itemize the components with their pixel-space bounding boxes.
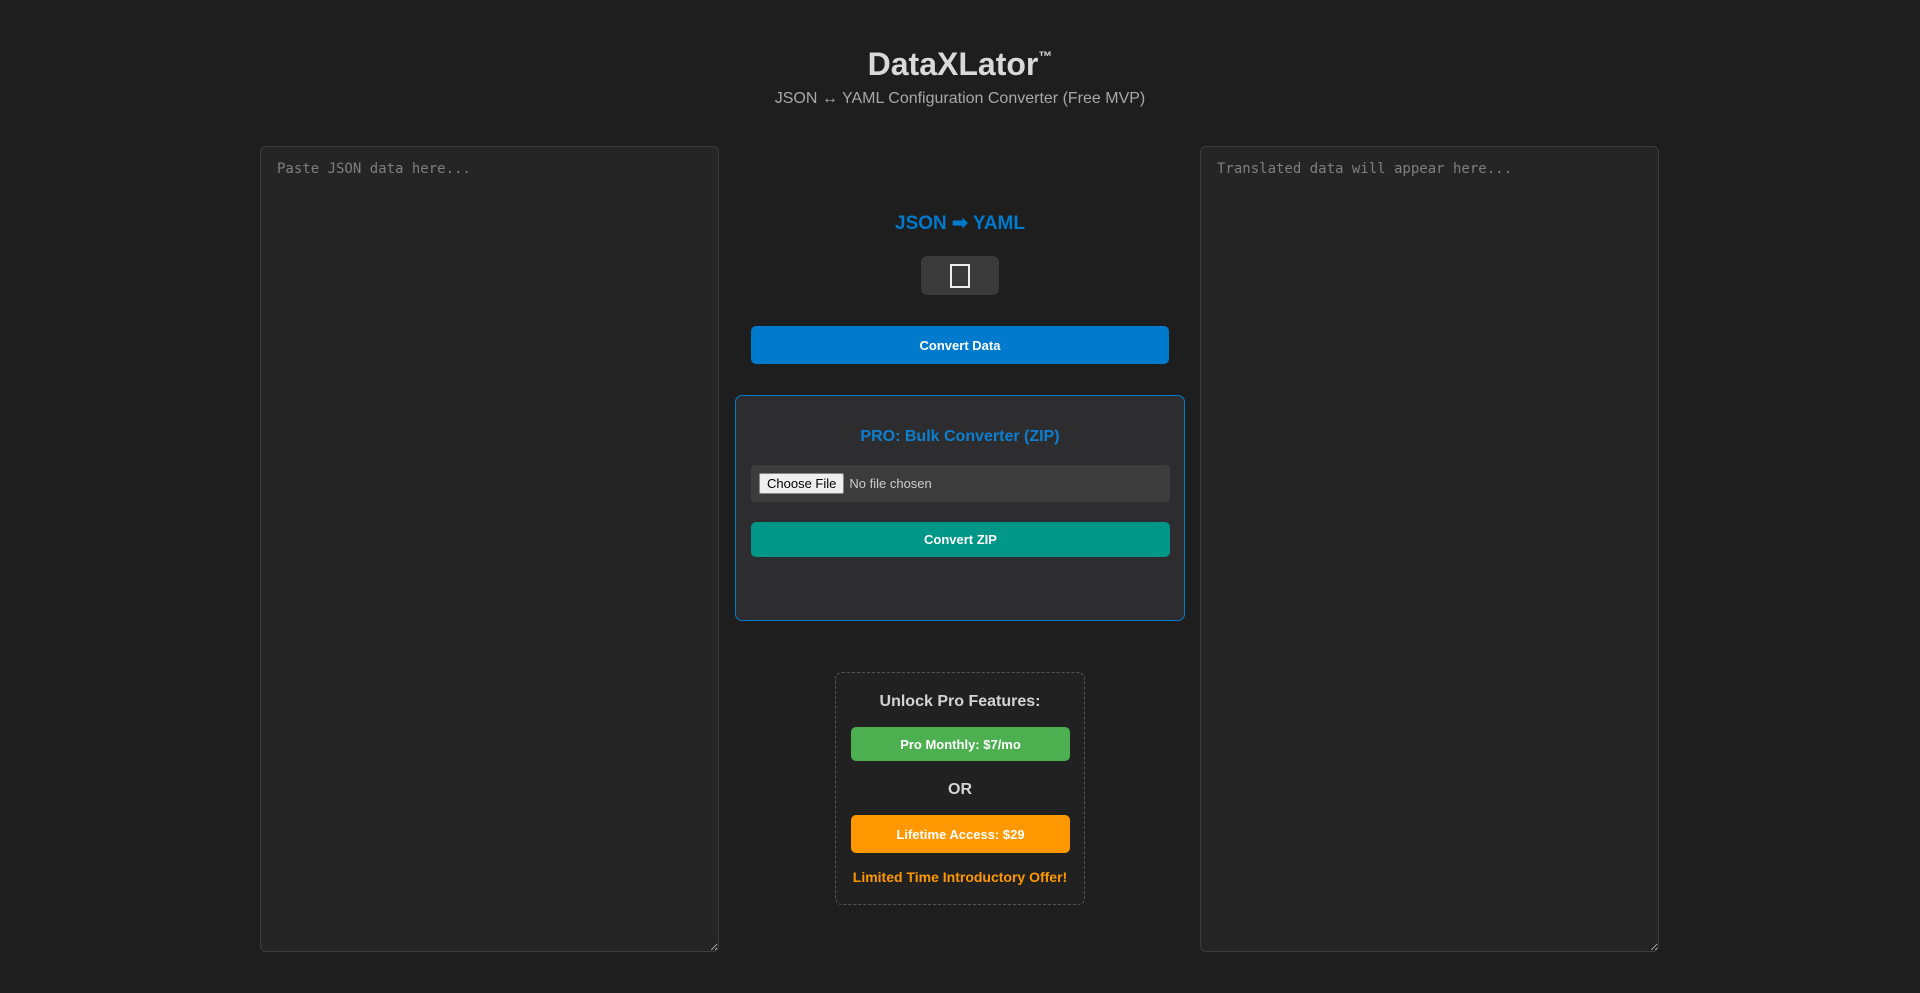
pricing-title: Unlock Pro Features: [879,693,1041,710]
conversion-mode-label: JSON ➡ YAML [895,213,1025,234]
convert-zip-button[interactable]: Convert ZIP [751,522,1170,557]
trademark: ™ [1038,48,1053,64]
json-input[interactable] [260,146,719,952]
pricing-panel: Unlock Pro Features: Pro Monthly: $7/mo … [835,672,1085,905]
app-subtitle: JSON ↔ YAML Configuration Converter (Fre… [774,90,1146,107]
swap-icon [950,263,970,288]
pro-bulk-converter-panel: PRO: Bulk Converter (ZIP) Choose File No… [735,395,1185,621]
or-separator: OR [948,781,972,798]
output-textarea[interactable] [1200,146,1659,952]
app-title-text: DataXLator [867,46,1039,82]
swap-direction-button[interactable] [921,256,999,295]
app-title: DataXLator™ [0,46,1920,83]
pro-panel-title: PRO: Bulk Converter (ZIP) [860,428,1060,445]
file-status: No file chosen [849,476,932,491]
lifetime-access-button[interactable]: Lifetime Access: $29 [851,815,1070,853]
offer-text: Limited Time Introductory Offer! [852,869,1068,885]
zip-file-input[interactable]: Choose File No file chosen [751,465,1170,502]
choose-file-button[interactable]: Choose File [759,473,845,494]
pro-monthly-button[interactable]: Pro Monthly: $7/mo [851,727,1070,761]
convert-data-button[interactable]: Convert Data [751,326,1169,364]
